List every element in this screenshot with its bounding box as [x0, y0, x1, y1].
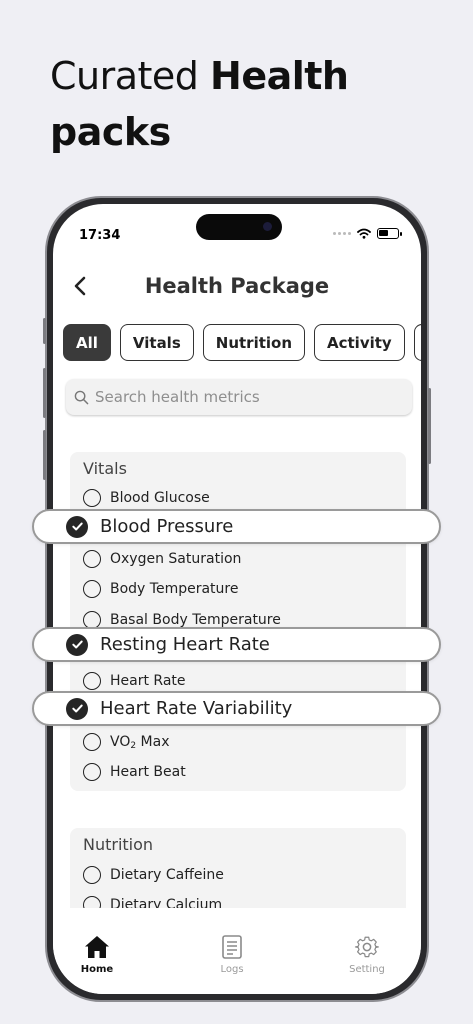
- chip-all[interactable]: All: [63, 324, 111, 361]
- chip-vitals[interactable]: Vitals: [119, 324, 194, 361]
- checkmark-icon: [66, 697, 88, 720]
- logs-icon: [222, 935, 242, 959]
- item-label: VO2 Max: [110, 733, 170, 751]
- item-label: Heart Rate Variability: [100, 698, 293, 719]
- item-label: Basal Body Temperature: [110, 612, 281, 628]
- gear-icon: [354, 936, 379, 958]
- nutrition-title: Nutrition: [83, 835, 154, 854]
- selected-item-blood-pressure[interactable]: Blood Pressure: [32, 509, 441, 544]
- item-label: Body Temperature: [110, 581, 239, 597]
- item-label: Dietary Caffeine: [110, 867, 224, 883]
- radio-icon: [83, 763, 101, 781]
- marketing-headline: Curated Health packs: [50, 48, 450, 160]
- dynamic-island: [196, 214, 282, 240]
- home-icon: [85, 936, 109, 958]
- power-button: [428, 388, 431, 464]
- headline-light: Curated: [50, 54, 211, 98]
- wifi-icon: [357, 228, 371, 239]
- chip-nutrition[interactable]: Nutrition: [202, 324, 306, 361]
- item-label: Blood Glucose: [110, 490, 210, 506]
- list-item[interactable]: Dietary Caffeine: [83, 866, 224, 884]
- checkmark-icon: [66, 633, 88, 656]
- phone-screen: 17:34 Health Package All Vitals Nutritio…: [53, 204, 421, 994]
- list-item[interactable]: Heart Rate: [83, 672, 186, 690]
- radio-icon: [83, 580, 101, 598]
- list-item[interactable]: Oxygen Saturation: [83, 550, 241, 568]
- tab-label: Setting: [349, 964, 385, 975]
- status-time: 17:34: [79, 228, 121, 243]
- battery-icon: [377, 228, 402, 239]
- selected-item-heart-rate-variability[interactable]: Heart Rate Variability: [32, 691, 441, 726]
- phone-frame: 17:34 Health Package All Vitals Nutritio…: [43, 196, 431, 1002]
- search-icon: [74, 390, 89, 404]
- radio-icon: [83, 489, 101, 507]
- chip-body[interactable]: Bo: [413, 324, 421, 361]
- item-label: Blood Pressure: [100, 516, 234, 537]
- item-label: Oxygen Saturation: [110, 551, 242, 567]
- radio-icon: [83, 866, 101, 884]
- status-icons: [333, 228, 402, 239]
- vitals-title: Vitals: [83, 459, 127, 478]
- list-item[interactable]: Blood Glucose: [83, 489, 210, 507]
- filter-chips: All Vitals Nutrition Activity Bo: [63, 324, 421, 361]
- item-label: Heart Rate: [110, 673, 186, 689]
- item-label: Resting Heart Rate: [100, 634, 270, 655]
- volume-down-button: [43, 430, 46, 480]
- checkmark-icon: [66, 515, 88, 538]
- tab-home[interactable]: Home: [57, 934, 137, 975]
- radio-icon: [83, 672, 101, 690]
- page-title: Health Package: [144, 274, 330, 298]
- vitals-card: Vitals Blood Glucose Oxygen Saturation B…: [70, 452, 406, 791]
- radio-icon: [83, 550, 101, 568]
- tab-bar: Home Logs Setting: [53, 908, 421, 994]
- chip-activity[interactable]: Activity: [314, 324, 405, 361]
- tab-logs[interactable]: Logs: [192, 934, 272, 975]
- volume-up-button: [43, 368, 46, 418]
- headline-bold-1: Health: [210, 54, 349, 98]
- list-item[interactable]: Heart Beat: [83, 763, 186, 781]
- signal-icon: [333, 232, 351, 235]
- list-item[interactable]: Body Temperature: [83, 580, 238, 598]
- headline-bold-2: packs: [50, 110, 171, 154]
- tab-label: Home: [80, 964, 114, 975]
- selected-item-resting-heart-rate[interactable]: Resting Heart Rate: [32, 627, 441, 662]
- radio-icon: [83, 733, 101, 751]
- search-placeholder: Search health metrics: [95, 388, 260, 406]
- mute-switch: [43, 318, 46, 344]
- item-label: Heart Beat: [110, 764, 186, 780]
- tab-setting[interactable]: Setting: [327, 934, 407, 975]
- tab-label: Logs: [220, 964, 244, 975]
- search-input[interactable]: Search health metrics: [66, 379, 412, 415]
- list-item[interactable]: VO2 Max: [83, 733, 170, 751]
